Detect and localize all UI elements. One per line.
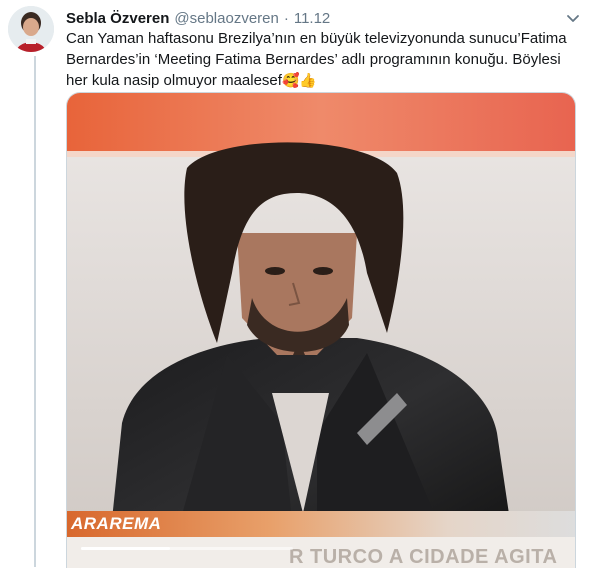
profile-avatar-icon bbox=[8, 6, 54, 52]
timestamp[interactable]: 11.12 bbox=[294, 10, 330, 27]
thread-connector-line bbox=[34, 56, 36, 567]
avatar[interactable] bbox=[8, 6, 54, 52]
user-handle[interactable]: @seblaozveren bbox=[174, 10, 278, 27]
tweet-header: Sebla Özveren @seblaozveren · 11.12 bbox=[66, 8, 330, 28]
lower-third-banner: ARAREMA bbox=[67, 511, 575, 537]
video-caption-bar: R TURCO A CIDADE AGITA bbox=[67, 537, 575, 568]
tweet-text: Can Yaman haftasonu Brezilya’nın en büyü… bbox=[66, 28, 581, 92]
emoji-group: 🥰👍 bbox=[281, 73, 317, 89]
display-name[interactable]: Sebla Özveren bbox=[66, 10, 169, 27]
video-frame bbox=[67, 93, 575, 568]
video-progress-fill bbox=[81, 547, 171, 550]
separator-dot: · bbox=[283, 9, 289, 27]
lower-third-text: ARAREMA bbox=[71, 514, 162, 533]
video-caption-text: R TURCO A CIDADE AGITA bbox=[289, 546, 558, 568]
video-player[interactable]: ARAREMA R TURCO A CIDADE AGITA bbox=[66, 92, 576, 568]
chevron-down-icon[interactable] bbox=[565, 10, 581, 26]
video-progress-bar[interactable] bbox=[81, 547, 293, 550]
